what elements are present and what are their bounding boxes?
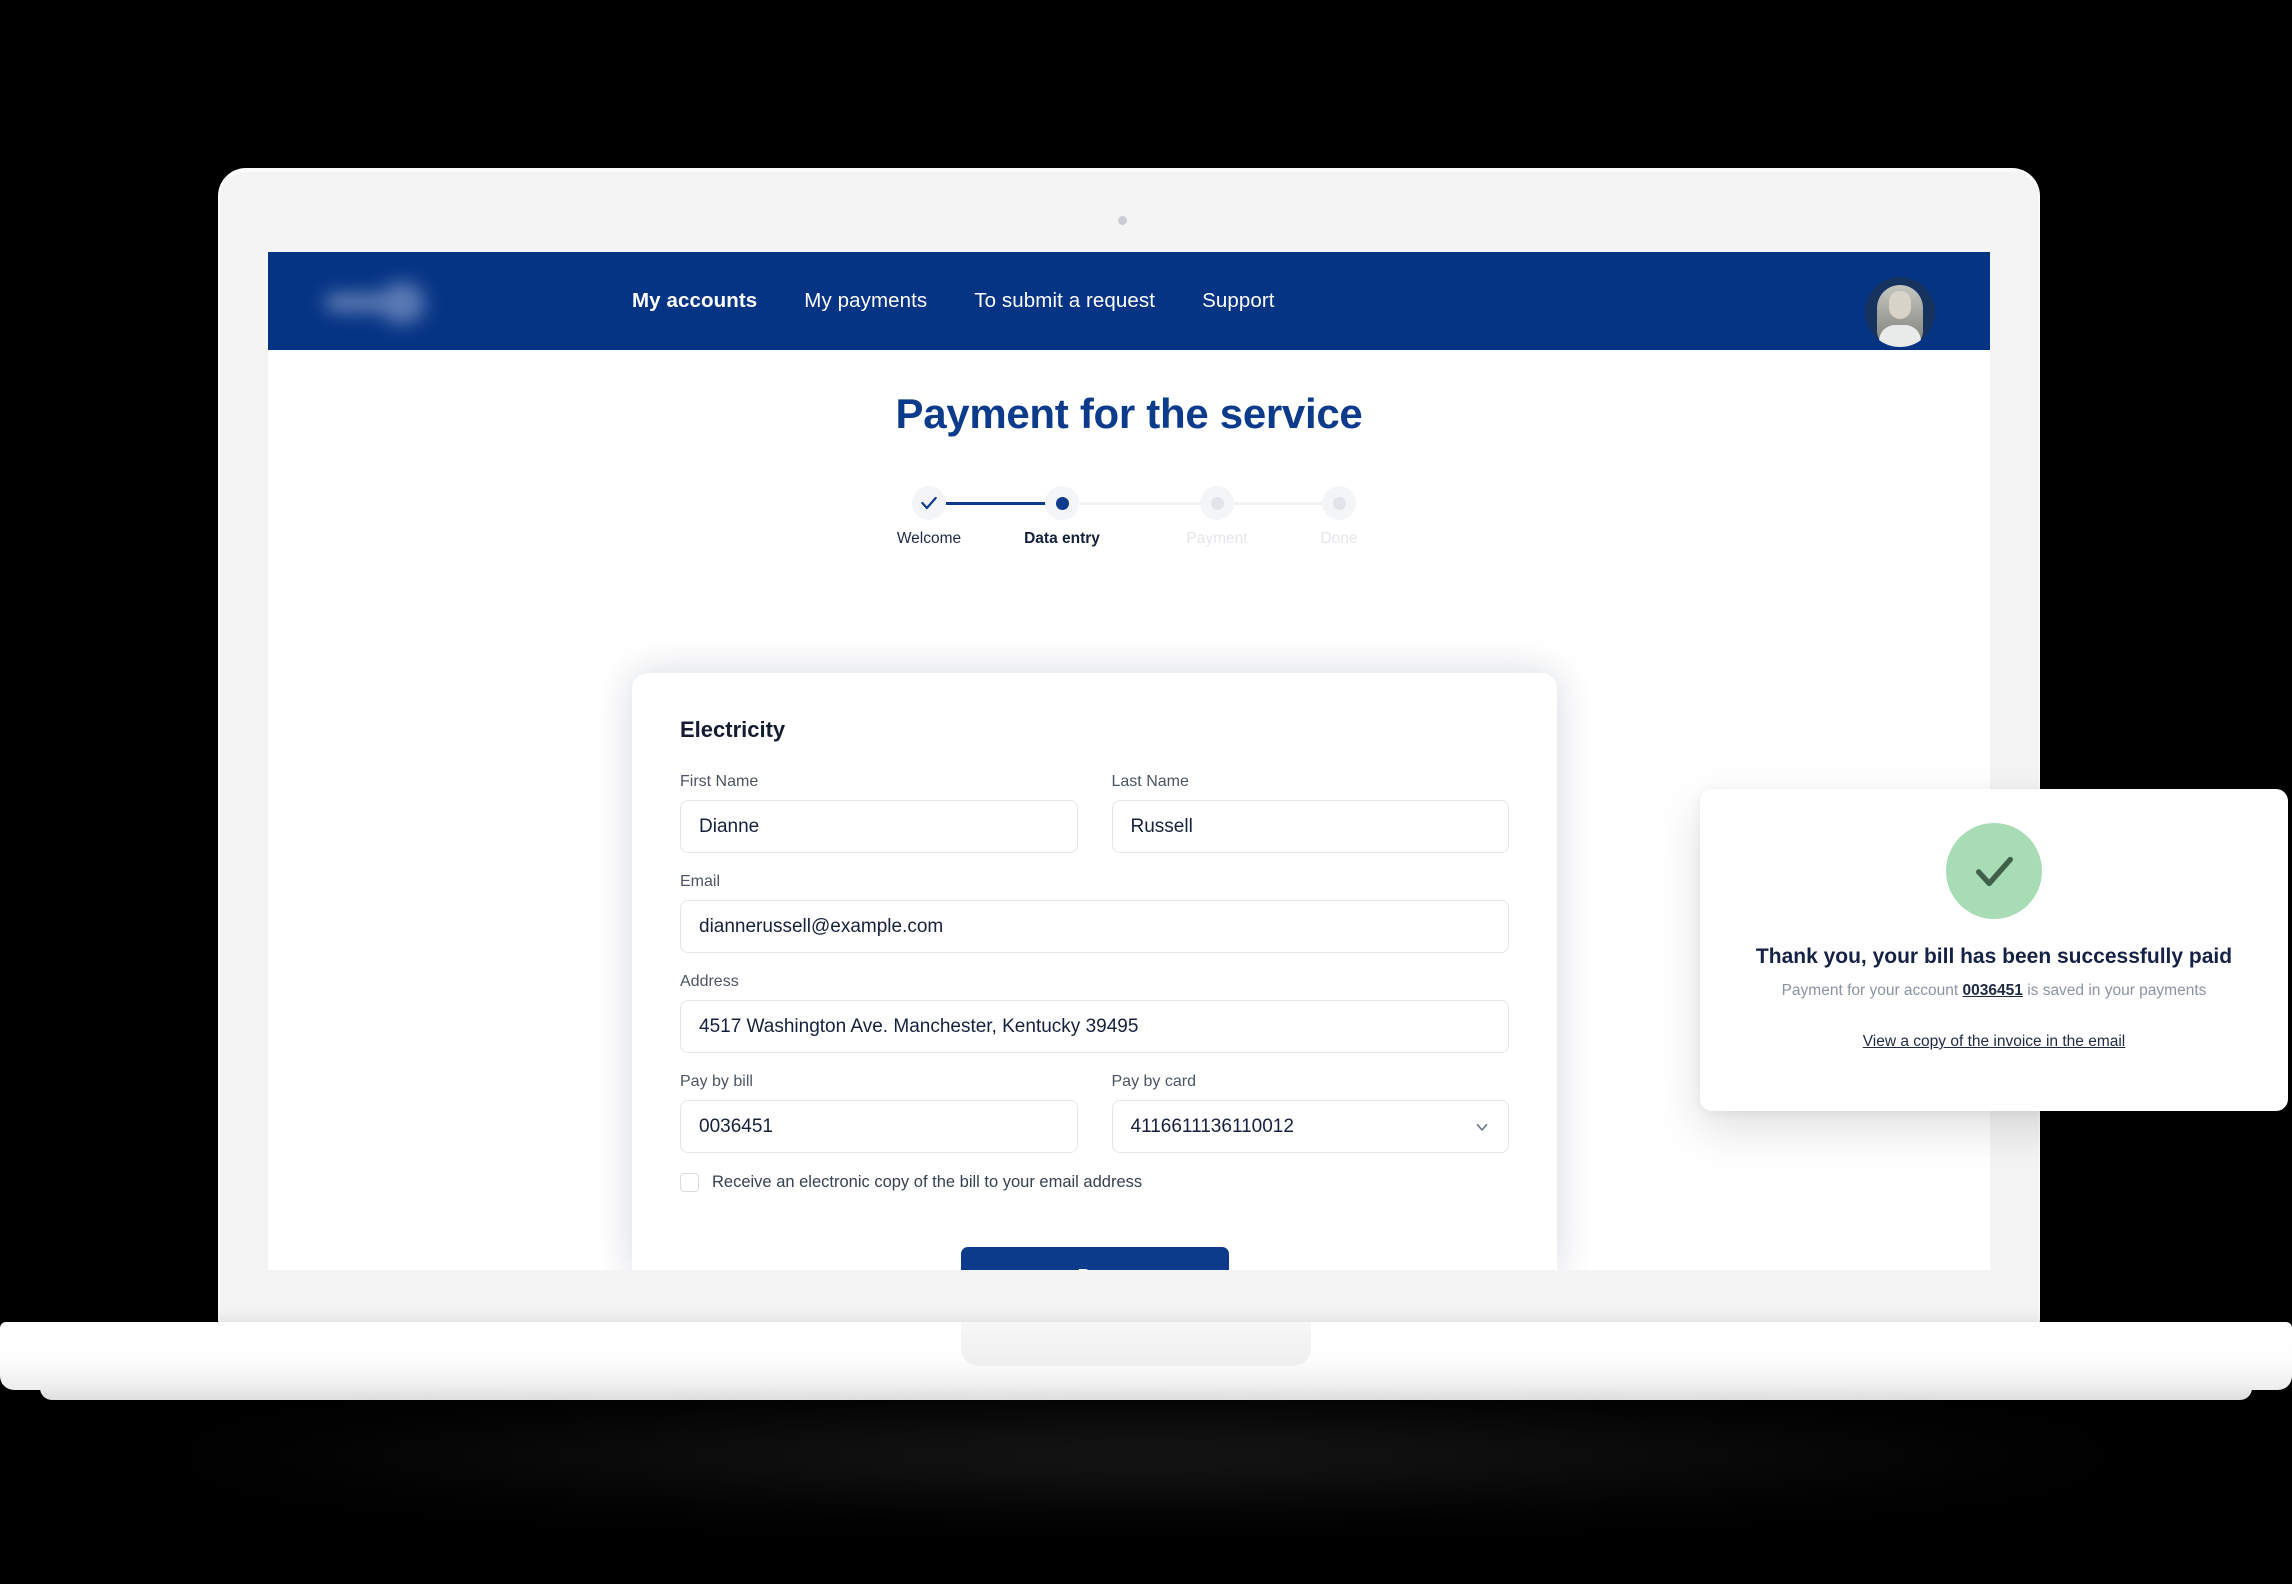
last-name-input[interactable] <box>1111 800 1509 853</box>
payment-field-row: Pay by bill Pay by card <box>680 1073 1509 1153</box>
top-navigation-bar: My accounts My payments To submit a requ… <box>268 252 1990 350</box>
stepper-dot-payment <box>1210 496 1224 510</box>
notification-subtitle: Payment for your account 0036451 is save… <box>1700 982 2288 1000</box>
first-name-input[interactable] <box>680 800 1078 853</box>
email-label: Email <box>680 873 721 890</box>
last-name-label: Last Name <box>1111 773 1189 790</box>
logo-circle-shape <box>379 282 425 324</box>
first-name-field: First Name <box>680 773 1078 853</box>
stepper-label-data-entry: Data entry <box>1024 530 1100 547</box>
pay-by-card-label: Pay by card <box>1111 1073 1196 1090</box>
progress-stepper: Welcome Data entry Payment Done <box>897 486 1359 558</box>
payment-form-card: Electricity First Name Last Name Email <box>632 673 1557 1270</box>
page-title: Payment for the service <box>895 390 1363 437</box>
address-label: Address <box>680 973 739 990</box>
success-icon-circle <box>1946 823 2042 919</box>
notification-account-number[interactable]: 0036451 <box>1963 982 2023 999</box>
name-field-row: First Name Last Name <box>680 773 1509 853</box>
nav-link-my-payments[interactable]: My payments <box>804 289 927 313</box>
pay-by-card-field: Pay by card <box>1111 1073 1509 1153</box>
nav-link-support[interactable]: Support <box>1202 289 1275 313</box>
stepper-node-data-entry <box>1045 486 1079 520</box>
electronic-copy-row: Receive an electronic copy of the bill t… <box>680 1173 1509 1192</box>
address-input[interactable] <box>680 1000 1509 1053</box>
stepper-node-welcome <box>912 486 946 520</box>
email-field-row: Email <box>680 873 1509 953</box>
stepper-dot-done <box>1332 496 1346 510</box>
form-section-title: Electricity <box>680 717 786 742</box>
success-check-icon <box>1975 856 2013 887</box>
nav-link-my-accounts[interactable]: My accounts <box>632 289 757 313</box>
laptop-shadow <box>150 1396 2140 1516</box>
browser-screen: My accounts My payments To submit a requ… <box>268 252 1990 1270</box>
pay-by-bill-field: Pay by bill <box>680 1073 1078 1153</box>
stepper-node-done <box>1322 486 1356 520</box>
pay-by-bill-label: Pay by bill <box>680 1073 753 1090</box>
electronic-copy-label: Receive an electronic copy of the bill t… <box>712 1173 1143 1191</box>
stepper-label-done: Done <box>1320 530 1358 547</box>
address-field-row: Address <box>680 973 1509 1053</box>
email-field: Email <box>680 873 1509 953</box>
nav-link-to-submit-a-request[interactable]: To submit a request <box>974 289 1155 313</box>
email-input[interactable] <box>680 900 1509 953</box>
notification-sub-suffix: is saved in your payments <box>2027 982 2207 999</box>
notification-title: Thank you, your bill has been successful… <box>1755 945 2233 968</box>
laptop-camera-icon <box>1118 216 1127 225</box>
notification-sub-prefix: Payment for your account <box>1781 982 1959 999</box>
pay-by-bill-input[interactable] <box>680 1100 1078 1153</box>
nav-links: My accounts My payments To submit a requ… <box>632 252 1322 350</box>
success-notification-card: Thank you, your bill has been successful… <box>1700 789 2288 1111</box>
view-invoice-link[interactable]: View a copy of the invoice in the email <box>1863 1033 2126 1051</box>
stepper-step-data-entry[interactable]: Data entry <box>1007 486 1117 548</box>
check-icon <box>921 496 937 510</box>
stepper-label-payment: Payment <box>1186 530 1248 547</box>
screenshot-stage: My accounts My payments To submit a requ… <box>0 0 2292 1584</box>
address-field: Address <box>680 973 1509 1053</box>
laptop-base-notch <box>961 1322 1311 1366</box>
avatar-body-shape <box>1879 325 1921 347</box>
stepper-label-welcome: Welcome <box>896 530 962 547</box>
first-name-label: First Name <box>680 773 759 790</box>
electronic-copy-checkbox[interactable] <box>680 1173 699 1192</box>
pay-button[interactable]: Pay <box>960 1247 1229 1270</box>
last-name-field: Last Name <box>1111 773 1509 853</box>
avatar[interactable] <box>1865 277 1935 347</box>
stepper-step-done[interactable]: Done <box>1284 486 1394 548</box>
avatar-face-shape <box>1889 291 1911 319</box>
company-logo[interactable] <box>323 282 455 324</box>
pay-by-card-select[interactable] <box>1111 1100 1509 1153</box>
stepper-node-payment <box>1200 486 1234 520</box>
stepper-step-welcome[interactable]: Welcome <box>874 486 984 548</box>
stepper-step-payment[interactable]: Payment <box>1162 486 1272 548</box>
stepper-dot-active <box>1055 496 1069 510</box>
pay-by-card-select-wrap <box>1111 1100 1509 1153</box>
